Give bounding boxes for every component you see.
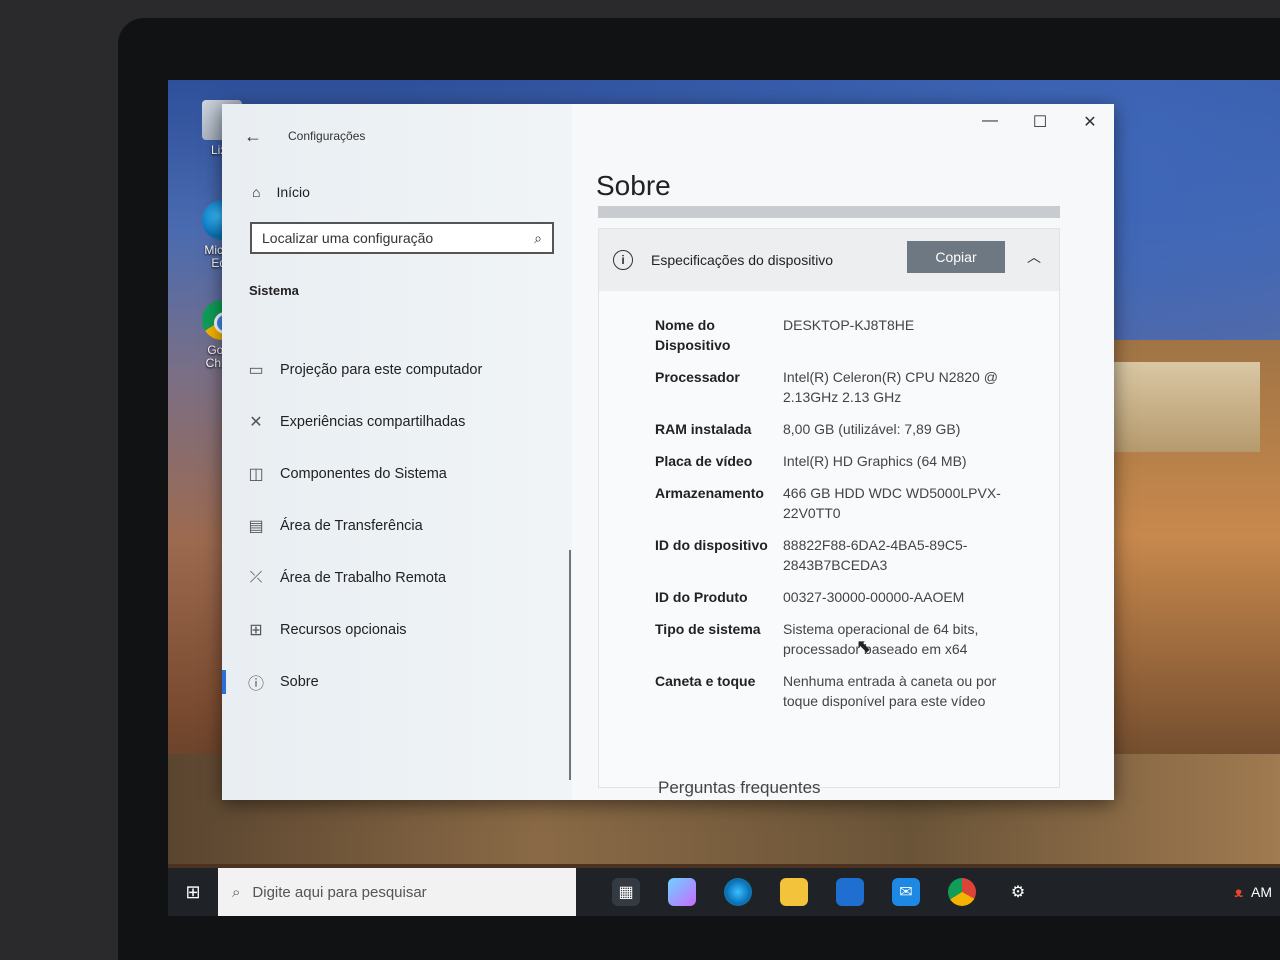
sidebar-item-system-components[interactable]: ◫ Componentes do Sistema [240, 448, 570, 500]
info-circle-icon: i [613, 250, 633, 270]
titlebar: ← Configurações [244, 126, 365, 146]
sidebar-item-projection[interactable]: ▭ Projeção para este computador [240, 344, 570, 396]
sidebar-item-shared-experiences[interactable]: ✕ Experiências compartilhadas [240, 396, 570, 448]
page-title: Sobre [596, 170, 671, 201]
settings-sidebar: ← Configurações ⌂ Início Localizar uma c… [222, 104, 572, 800]
sidebar-item-label: Recursos opcionais [280, 622, 407, 638]
spec-row: Nome do Dispositivo DESKTOP-KJ8T8HE [655, 315, 1059, 355]
device-specs-card: i Especificações do dispositivo Copiar ︿… [598, 228, 1060, 788]
nav-home-label: Início [276, 184, 310, 200]
mail-icon[interactable]: ✉ [892, 878, 920, 906]
sidebar-item-remote-desktop[interactable]: ⤫ Área de Trabalho Remota [240, 552, 570, 604]
spec-label: Processador [655, 369, 740, 385]
task-view-icon[interactable]: ▦ [612, 878, 640, 906]
spec-label: ID do dispositivo [655, 537, 768, 553]
windows-logo-icon: ⊞ [185, 881, 201, 902]
remote-desktop-icon: ⤫ [249, 569, 263, 586]
spec-row: RAM instalada 8,00 GB (utilizável: 7,89 … [655, 419, 1059, 439]
section-label: Sistema [249, 283, 299, 298]
copilot-icon[interactable] [668, 878, 696, 906]
spec-value: Sistema operacional de 64 bits, processa… [783, 621, 979, 657]
spec-label: Tipo de sistema [655, 621, 761, 637]
sidebar-scrollbar[interactable] [569, 550, 571, 780]
spec-label: ID do Produto [655, 589, 748, 605]
sidebar-item-label: Componentes do Sistema [280, 466, 447, 482]
sidebar-item-about[interactable]: ⓘ Sobre [222, 656, 570, 708]
file-explorer-icon[interactable] [780, 878, 808, 906]
spec-value: Intel(R) Celeron(R) CPU N2820 @ 2.13GHz … [783, 369, 998, 405]
spec-label: Armazenamento [655, 485, 764, 501]
taskbar-search-placeholder: Digite aqui para pesquisar [252, 883, 427, 901]
window-controls: — ☐ ✕ [980, 112, 1100, 132]
sidebar-item-label: Experiências compartilhadas [280, 414, 466, 430]
close-button[interactable]: ✕ [1080, 112, 1100, 132]
store-icon[interactable] [836, 878, 864, 906]
grid-add-icon: ⊞ [249, 622, 263, 639]
share-icon: ✕ [249, 414, 263, 431]
settings-search-input[interactable]: Localizar uma configuração ⌕ [250, 222, 554, 254]
settings-main: — ☐ ✕ Sobre i Especificações do disposit… [572, 104, 1114, 800]
taskbar-search-input[interactable]: ⌕ Digite aqui para pesquisar [218, 868, 576, 916]
device-specs-header[interactable]: i Especificações do dispositivo Copiar ︿ [599, 229, 1059, 291]
minimize-button[interactable]: — [980, 112, 1000, 132]
settings-gear-icon[interactable]: ⚙ [1004, 878, 1032, 906]
projector-icon: ▭ [248, 362, 264, 379]
taskbar-apps: ▦ ✉ ⚙ [612, 878, 1032, 906]
spec-value: 00327-30000-00000-AAOEM [783, 589, 965, 605]
info-icon: ⓘ [247, 676, 264, 693]
spec-row: ID do Produto 00327-30000-00000-AAOEM [655, 587, 1059, 607]
maximize-button[interactable]: ☐ [1030, 112, 1050, 132]
nav-home[interactable]: ⌂ Início [252, 184, 310, 200]
settings-nav: ▭ Projeção para este computador ✕ Experi… [222, 344, 570, 708]
tray-app-icon[interactable]: ᴥ [1234, 884, 1243, 900]
search-placeholder: Localizar uma configuração [262, 230, 434, 246]
sidebar-item-optional-features[interactable]: ⊞ Recursos opcionais [240, 604, 570, 656]
wallpaper-town [1100, 362, 1260, 452]
back-arrow-icon[interactable]: ← [244, 126, 262, 147]
search-icon: ⌕ [232, 883, 241, 901]
start-button[interactable]: ⊞ [168, 882, 218, 903]
tray-clock[interactable]: AM [1251, 884, 1272, 900]
spec-row: Armazenamento 466 GB HDD WDC WD5000LPVX-… [655, 483, 1059, 523]
faq-heading[interactable]: Perguntas frequentes [658, 778, 821, 798]
chrome-icon[interactable] [948, 878, 976, 906]
sidebar-item-label: Projeção para este computador [280, 362, 483, 378]
home-icon: ⌂ [252, 184, 261, 200]
spec-label: Placa de vídeo [655, 453, 753, 469]
spec-value: Nenhuma entrada à caneta ou por toque di… [783, 673, 997, 709]
security-banner-strip [598, 206, 1060, 218]
system-tray: ᴥ AM [1234, 884, 1280, 900]
specs-list: Nome do Dispositivo DESKTOP-KJ8T8HE Proc… [599, 291, 1059, 711]
sidebar-item-clipboard[interactable]: ▤ Área de Transferência [240, 500, 570, 552]
device-specs-title: Especificações do dispositivo [651, 252, 834, 268]
spec-value: 88822F88-6DA2-4BA5-89C5-2843B7BCEDA3 [783, 537, 968, 573]
mouse-cursor-icon: ⬉ [856, 636, 872, 656]
spec-value: DESKTOP-KJ8T8HE [783, 317, 915, 333]
sidebar-item-label: Área de Transferência [280, 518, 423, 534]
clipboard-icon: ▤ [248, 518, 264, 535]
app-title: Configurações [288, 129, 366, 143]
spec-label: RAM instalada [655, 421, 752, 437]
copy-button[interactable]: Copiar [907, 241, 1005, 273]
edge-icon[interactable] [724, 878, 752, 906]
sidebar-item-label: Área de Trabalho Remota [280, 570, 447, 586]
spec-label: Caneta e toque [655, 673, 756, 689]
spec-value: 466 GB HDD WDC WD5000LPVX-22V0TT0 [783, 485, 1001, 521]
settings-window: ← Configurações ⌂ Início Localizar uma c… [222, 104, 1114, 800]
spec-value: 8,00 GB (utilizável: 7,89 GB) [783, 421, 961, 437]
spec-value: Intel(R) HD Graphics (64 MB) [783, 453, 967, 469]
spec-row: Processador Intel(R) Celeron(R) CPU N282… [655, 367, 1059, 407]
spec-row: Caneta e toque Nenhuma entrada à caneta … [655, 671, 1059, 711]
spec-row: Placa de vídeo Intel(R) HD Graphics (64 … [655, 451, 1059, 471]
sidebar-item-label: Sobre [280, 674, 319, 690]
components-icon: ◫ [248, 466, 264, 483]
taskbar: ⊞ ⌕ Digite aqui para pesquisar ▦ ✉ ⚙ ᴥ A… [168, 868, 1280, 916]
spec-label: Nome do Dispositivo [655, 317, 731, 353]
chevron-up-icon[interactable]: ︿ [1027, 247, 1041, 267]
spec-row: ID do dispositivo 88822F88-6DA2-4BA5-89C… [655, 535, 1059, 575]
search-icon: ⌕ [534, 229, 542, 246]
